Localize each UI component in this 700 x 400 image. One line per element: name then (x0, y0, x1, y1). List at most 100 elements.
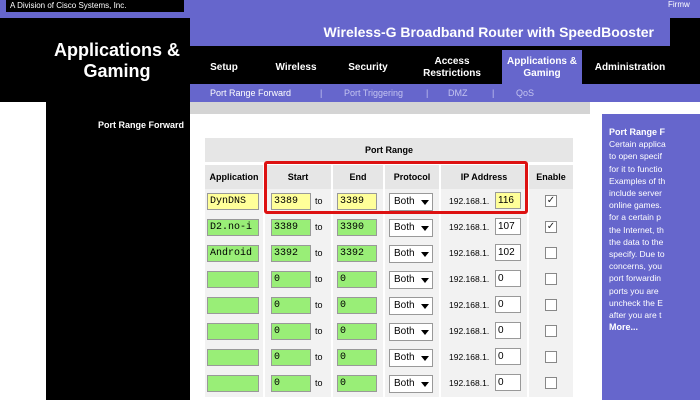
application-name-field[interactable]: DynDNS (207, 193, 259, 210)
ip-prefix: 192.168.1. (449, 326, 490, 336)
section-label: Port Range Forward (97, 120, 184, 130)
application-name-field[interactable] (207, 349, 259, 366)
sub-nav: Port Range Forward | Port Triggering | D… (190, 84, 700, 102)
start-port-field[interactable]: 0 (271, 323, 311, 340)
end-port-field[interactable]: 0 (337, 349, 377, 366)
enable-checkbox[interactable]: ✓ (545, 221, 557, 233)
subnav-port-range-forward[interactable]: Port Range Forward (210, 84, 291, 102)
protocol-select[interactable]: Both (389, 219, 433, 237)
subnav-port-triggering[interactable]: Port Triggering (344, 84, 403, 102)
help-line: for a certain p (609, 212, 661, 223)
ip-last-octet-field[interactable]: 0 (495, 348, 521, 365)
help-line: uncheck the E (609, 297, 663, 308)
enable-checkbox[interactable] (545, 377, 557, 389)
protocol-select[interactable]: Both (389, 297, 433, 315)
application-name-field[interactable]: D2.no-i (207, 219, 259, 236)
table-row: 0 to 0 Both 192.168.1. 0 (205, 319, 573, 345)
chevron-down-icon (421, 252, 429, 257)
end-port-field[interactable]: 0 (337, 271, 377, 288)
subnav-qos[interactable]: QoS (516, 84, 534, 102)
protocol-select[interactable]: Both (389, 271, 433, 289)
help-line: the data to the (609, 236, 664, 247)
brand-tagline: A Division of Cisco Systems, Inc. (6, 0, 184, 12)
subnav-separator: | (426, 88, 429, 98)
start-port-field[interactable]: 3389 (271, 219, 311, 236)
chevron-down-icon (421, 356, 429, 361)
table-row: 0 to 0 Both 192.168.1. 0 (205, 293, 573, 319)
ip-prefix: 192.168.1. (449, 352, 490, 362)
nav-setup[interactable]: Setup (190, 50, 258, 86)
table-row: 0 to 0 Both 192.168.1. 0 (205, 267, 573, 293)
nav-access-restrictions[interactable]: Access Restrictions (412, 50, 492, 86)
highlight-box (264, 161, 528, 214)
enable-checkbox[interactable] (545, 325, 557, 337)
nav-wireless[interactable]: Wireless (260, 50, 332, 86)
main-nav: Setup Wireless Security Access Restricti… (190, 50, 700, 86)
protocol-select[interactable]: Both (389, 375, 433, 393)
nav-applications-gaming[interactable]: Applications & Gaming (502, 50, 582, 86)
to-label: to (315, 300, 323, 310)
end-port-field[interactable]: 0 (337, 375, 377, 392)
nav-administration[interactable]: Administration (586, 50, 674, 86)
help-panel: Port Range F Certain applica to open spec… (602, 114, 700, 400)
protocol-value: Both (394, 274, 415, 285)
start-port-field[interactable]: 0 (271, 375, 311, 392)
protocol-select[interactable]: Both (389, 245, 433, 263)
end-port-field[interactable]: 3392 (337, 245, 377, 262)
enable-checkbox[interactable] (545, 351, 557, 363)
help-line: ports you are (609, 285, 659, 296)
table-row: D2.no-i 3389 to 3390 Both 192.168.1. 107… (205, 215, 573, 241)
start-port-field[interactable]: 3392 (271, 245, 311, 262)
content-top-band (190, 102, 590, 114)
end-port-field[interactable]: 0 (337, 297, 377, 314)
ip-prefix: 192.168.1. (449, 222, 490, 232)
protocol-value: Both (394, 326, 415, 337)
help-line: after you are t (609, 310, 662, 321)
enable-checkbox[interactable] (545, 273, 557, 285)
enable-checkbox[interactable]: ✓ (545, 195, 557, 207)
to-label: to (315, 248, 323, 258)
ip-prefix: 192.168.1. (449, 248, 490, 258)
ip-last-octet-field[interactable]: 0 (495, 322, 521, 339)
help-line: specify. Due to (609, 249, 665, 260)
ip-prefix: 192.168.1. (449, 300, 490, 310)
ip-last-octet-field[interactable]: 0 (495, 270, 521, 287)
product-name: Wireless-G Broadband Router with SpeedBo… (190, 18, 670, 46)
protocol-select[interactable]: Both (389, 349, 433, 367)
ip-last-octet-field[interactable]: 0 (495, 374, 521, 391)
ip-last-octet-field[interactable]: 107 (495, 218, 521, 235)
start-port-field[interactable]: 0 (271, 349, 311, 366)
left-column: Port Range Forward (46, 102, 190, 400)
subnav-dmz[interactable]: DMZ (448, 84, 468, 102)
help-line: concerns, you (609, 261, 662, 272)
protocol-select[interactable]: Both (389, 323, 433, 341)
help-line: include server (609, 188, 662, 199)
help-line: Examples of th (609, 175, 666, 186)
start-port-field[interactable]: 0 (271, 271, 311, 288)
application-name-field[interactable] (207, 375, 259, 392)
nav-security[interactable]: Security (334, 50, 402, 86)
enable-checkbox[interactable] (545, 247, 557, 259)
table-row: 0 to 0 Both 192.168.1. 0 (205, 345, 573, 371)
application-name-field[interactable] (207, 323, 259, 340)
application-name-field[interactable]: Android (207, 245, 259, 262)
protocol-value: Both (394, 300, 415, 311)
start-port-field[interactable]: 0 (271, 297, 311, 314)
application-name-field[interactable] (207, 271, 259, 288)
chevron-down-icon (421, 304, 429, 309)
protocol-value: Both (394, 248, 415, 259)
protocol-value: Both (394, 222, 415, 233)
chevron-down-icon (421, 278, 429, 283)
enable-checkbox[interactable] (545, 299, 557, 311)
application-name-field[interactable] (207, 297, 259, 314)
ip-last-octet-field[interactable]: 102 (495, 244, 521, 261)
end-port-field[interactable]: 3390 (337, 219, 377, 236)
ip-last-octet-field[interactable]: 0 (495, 296, 521, 313)
help-line: Certain applica (609, 139, 666, 150)
protocol-value: Both (394, 352, 415, 363)
end-port-field[interactable]: 0 (337, 323, 377, 340)
to-label: to (315, 352, 323, 362)
top-bar: A Division of Cisco Systems, Inc. Firmw (0, 0, 700, 18)
help-more-link[interactable]: More... (609, 321, 700, 333)
table-row: Android 3392 to 3392 Both 192.168.1. 102 (205, 241, 573, 267)
